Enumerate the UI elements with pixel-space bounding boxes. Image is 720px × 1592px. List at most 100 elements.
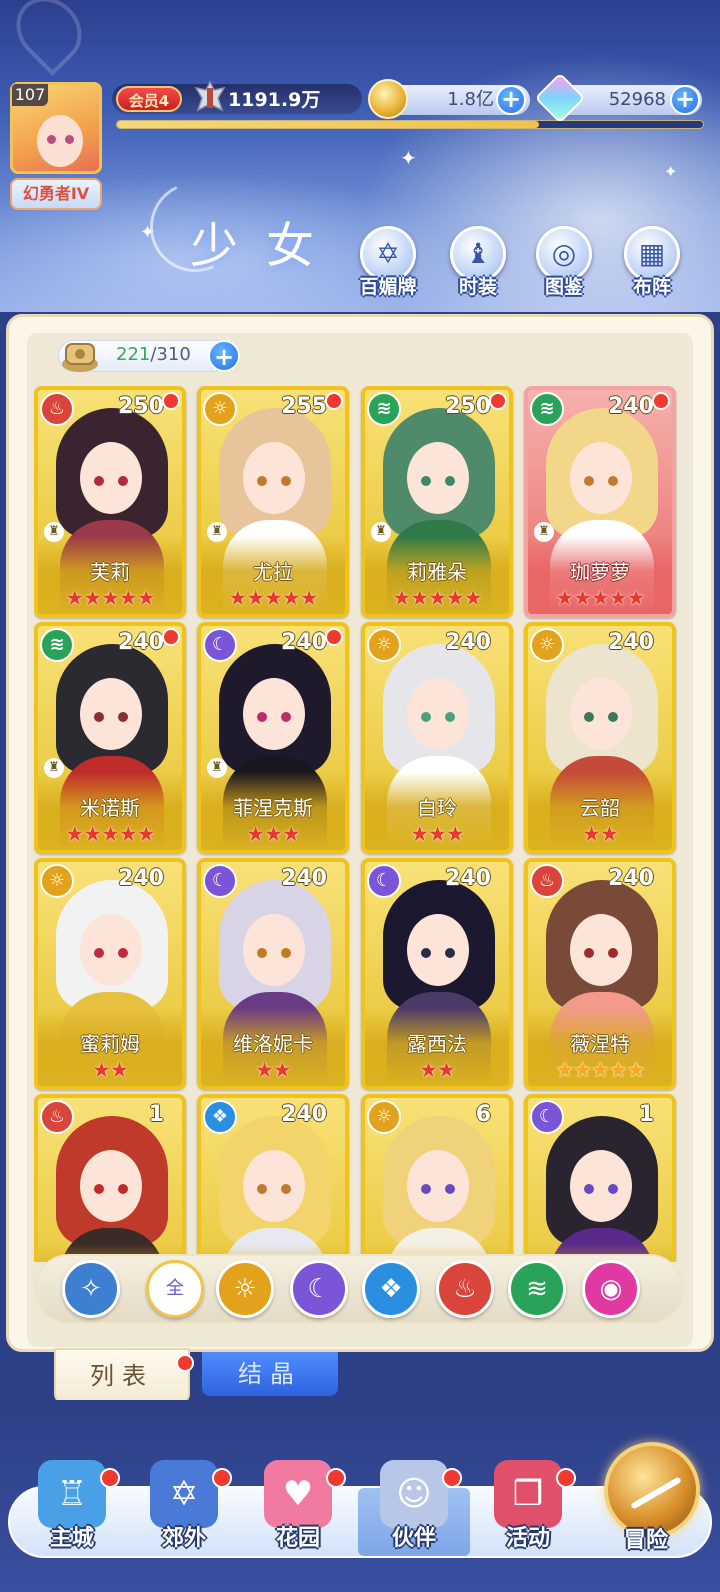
player-title-badge[interactable]: 幻勇者IV [10,178,102,210]
expand-capacity-button[interactable]: + [208,340,240,372]
character-card[interactable]: ♨ 250 ♜ 芙莉 ★★★★★ [34,386,186,618]
notification-dot [489,392,507,410]
notification-dot [556,1468,576,1488]
fire-element-icon: ♨ [530,864,564,898]
character-level: 240 [281,630,327,655]
tab-list-label: 列表 [90,1362,154,1390]
nav-label: 郊外 [161,1526,206,1551]
water-element-icon: ❖ [203,1100,237,1134]
dark-element-icon: ☾ [307,1274,331,1304]
character-card[interactable]: ≋ 240 ♜ 珈萝萝 ★★★★★ [524,386,676,618]
character-level: 250 [118,394,164,419]
filter-special-button[interactable]: ✧ [62,1260,120,1318]
notification-dot [326,1468,346,1488]
nav-label: 伙伴 [391,1526,436,1551]
character-name: 露西法 [407,1032,467,1056]
filter-fire-button[interactable]: ♨ [436,1260,494,1318]
top-button-costume[interactable]: ♝ 时装 [446,226,510,298]
notification-dot [100,1468,120,1488]
character-card[interactable]: ☼ 255 ♜ 尤拉 ★★★★★ [197,386,349,618]
light-element-icon: ☼ [233,1274,257,1304]
rook-icon: ♜ [44,522,64,542]
filter-wind-button[interactable]: ≋ [508,1260,566,1318]
add-gem-button[interactable]: + [670,85,700,115]
character-name: 蜜莉姆 [80,1032,140,1056]
top-button-label: 百媚牌 [359,276,417,298]
character-name: 菲涅克斯 [233,796,313,820]
character-name: 云韶 [580,796,620,820]
notification-dot [212,1468,232,1488]
filter-dark-button[interactable]: ☾ [290,1260,348,1318]
gift-icon: ❒ [494,1460,562,1528]
character-card[interactable]: ☾ 240 ♜ 菲涅克斯 ★★★ [197,622,349,854]
star-rating: ★★★★★ [392,586,482,610]
character-level: 240 [281,1102,327,1127]
notification-dot [176,1354,194,1372]
vip-badge[interactable]: 会员4 [116,86,182,112]
dark-element-icon: ☾ [367,864,401,898]
character-level: 240 [445,866,491,891]
star-rating: ★★★★★ [65,822,155,846]
filter-light-button[interactable]: ☼ [216,1260,274,1318]
nav-heart-garden[interactable]: ♥ 花园 [248,1456,348,1562]
filter-all-button[interactable]: 全 [146,1260,204,1318]
top-button-codex[interactable]: ◎ 图鉴 [532,226,596,298]
portal-icon: ✡ [150,1460,218,1528]
partner-icon: ☺ [380,1460,448,1528]
character-name: 珈萝萝 [570,560,630,584]
character-card[interactable]: ☾ 1 [524,1094,676,1262]
top-button-formation[interactable]: ▦ 布阵 [620,226,684,298]
page-title: 少女 [190,218,343,274]
star-rating: ★★★★★ [555,1058,645,1082]
character-card[interactable]: ♨ 240 薇涅特 ★★★★★ [524,858,676,1090]
chaos-element-icon: ◉ [599,1274,623,1304]
rook-icon: ♜ [534,522,554,542]
castle-icon: ♖ [38,1460,106,1528]
star-rating: ★★ [255,1058,292,1082]
character-card[interactable]: ≋ 240 ♜ 米诺斯 ★★★★★ [34,622,186,854]
tab-crystal[interactable]: 结晶 [202,1352,338,1396]
nav-portal[interactable]: ✡ 郊外 [134,1456,234,1562]
character-card[interactable]: ☼ 240 白玲 ★★★ [361,622,513,854]
character-level: 1 [148,1102,164,1127]
character-card[interactable]: ☼ 240 蜜莉姆 ★★ [34,858,186,1090]
character-level: 255 [281,394,327,419]
character-card[interactable]: ♨ 1 [34,1094,186,1262]
star-rating: ★★★★★ [65,586,155,610]
power-crest-icon [194,80,226,112]
special-element-icon: ✧ [80,1274,102,1304]
heart-garden-icon: ♥ [264,1460,332,1528]
star-rating: ★★ [582,822,619,846]
character-level: 240 [608,866,654,891]
add-gold-button[interactable]: + [496,85,526,115]
capacity-text: 221/310 [116,344,191,365]
wind-element-icon: ≋ [40,628,74,662]
character-card[interactable]: ☼ 240 云韶 ★★ [524,622,676,854]
character-card[interactable]: ☾ 240 维洛妮卡 ★★ [197,858,349,1090]
character-name: 芙莉 [90,560,130,584]
nav-label: 花园 [275,1526,320,1551]
notification-dot [162,392,180,410]
fire-element-icon: ♨ [453,1274,477,1304]
nav-castle[interactable]: ♖ 主城 [22,1456,122,1562]
filter-chaos-button[interactable]: ◉ [582,1260,640,1318]
exp-bar-fill [117,121,539,128]
top-button-label: 时装 [458,276,497,298]
character-card[interactable]: ☼ 6 [361,1094,513,1262]
character-card[interactable]: ❖ 240 [197,1094,349,1262]
nav-compass[interactable]: 冒险 [596,1456,696,1562]
character-grid: ♨ 250 ♜ 芙莉 ★★★★★ ☼ 255 ♜ 尤拉 ★★★★★ ≋ 250 [34,386,684,1262]
gold-coin-icon [368,79,408,119]
character-card[interactable]: ☾ 240 露西法 ★★ [361,858,513,1090]
nav-partner[interactable]: ☺ 伙伴 [364,1456,464,1562]
top-button-cards[interactable]: ✡ 百媚牌 [356,226,420,298]
top-button-label: 布阵 [632,276,671,298]
character-name: 白玲 [417,796,457,820]
filter-water-button[interactable]: ❖ [362,1260,420,1318]
star-rating: ★★ [419,1058,456,1082]
nav-gift[interactable]: ❒ 活动 [478,1456,578,1562]
character-level: 250 [445,394,491,419]
wind-element-icon: ≋ [526,1274,548,1304]
tab-list[interactable]: 列表 [54,1348,194,1404]
character-card[interactable]: ≋ 250 ♜ 莉雅朵 ★★★★★ [361,386,513,618]
